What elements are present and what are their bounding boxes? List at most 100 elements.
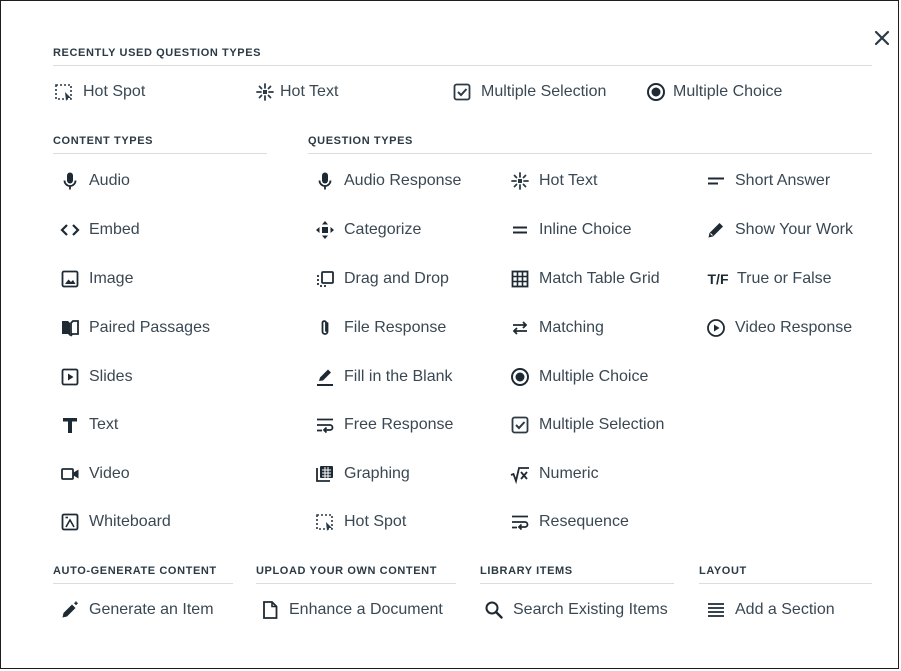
checkbox-icon (509, 414, 531, 436)
recent-item-hot-text[interactable]: Hot Text (254, 79, 338, 105)
recent-header: RECENTLY USED QUESTION TYPES (53, 47, 872, 66)
drag-drop-icon (314, 268, 336, 290)
item-label: Hot Text (280, 83, 339, 100)
recent-item-hot-spot[interactable]: Hot Spot (53, 79, 145, 105)
true-false-icon: T/F (707, 271, 729, 287)
question-item-fill-in-the-blank[interactable]: Fill in the Blank (314, 364, 453, 390)
item-label: Video (89, 465, 130, 482)
question-item-short-answer[interactable]: Short Answer (705, 168, 830, 194)
graphing-icon (314, 463, 336, 485)
question-types-header: QUESTION TYPES (308, 135, 872, 154)
item-label: Add a Section (735, 601, 835, 618)
question-item-graphing[interactable]: Graphing (314, 461, 410, 487)
search-existing-items-button[interactable]: Search Existing Items (483, 597, 668, 623)
text-icon (59, 414, 81, 436)
add-section-button[interactable]: Add a Section (705, 597, 835, 623)
paperclip-icon (314, 317, 336, 339)
hottext-icon (509, 170, 531, 192)
content-item-paired-passages[interactable]: Paired Passages (59, 315, 210, 341)
video-icon (59, 463, 81, 485)
swap-arrows-icon (509, 317, 531, 339)
paired-passages-icon (59, 317, 81, 339)
question-item-true-or-false[interactable]: T/F True or False (705, 266, 832, 292)
item-label: Match Table Grid (539, 270, 660, 287)
grid-icon (509, 268, 531, 290)
image-icon (59, 268, 81, 290)
content-item-image[interactable]: Image (59, 266, 133, 292)
microphone-icon (314, 170, 336, 192)
question-item-multiple-choice[interactable]: Multiple Choice (509, 364, 648, 390)
question-item-file-response[interactable]: File Response (314, 315, 446, 341)
item-label: Free Response (344, 416, 454, 433)
item-label: Video Response (735, 319, 853, 336)
radio-icon (645, 81, 667, 103)
question-item-audio-response[interactable]: Audio Response (314, 168, 461, 194)
document-icon (259, 599, 281, 621)
recent-item-multiple-selection[interactable]: Multiple Selection (451, 79, 606, 105)
content-item-embed[interactable]: Embed (59, 217, 140, 243)
hotspot-icon (53, 81, 75, 103)
add-content-modal: RECENTLY USED QUESTION TYPES Hot Spot Ho… (0, 0, 899, 669)
content-item-text[interactable]: Text (59, 412, 118, 438)
magic-wand-icon (59, 599, 81, 621)
question-item-match-table-grid[interactable]: Match Table Grid (509, 266, 660, 292)
item-label: Slides (89, 368, 133, 385)
sqrt-icon (509, 463, 531, 485)
content-item-whiteboard[interactable]: Whiteboard (59, 509, 171, 535)
pencil-icon (705, 219, 727, 241)
item-label: Show Your Work (735, 221, 853, 238)
item-label: Graphing (344, 465, 410, 482)
search-icon (483, 599, 505, 621)
item-label: Multiple Choice (673, 83, 783, 100)
item-label: Text (89, 416, 119, 433)
question-item-numeric[interactable]: Numeric (509, 461, 599, 487)
recent-item-multiple-choice[interactable]: Multiple Choice (645, 79, 782, 105)
microphone-icon (59, 170, 81, 192)
text-wrap-icon (314, 414, 336, 436)
item-label: True or False (737, 270, 832, 287)
auto-generate-header: AUTO-GENERATE CONTENT (53, 565, 233, 584)
close-icon[interactable] (871, 27, 893, 49)
layout-header: LAYOUT (699, 565, 872, 584)
generate-item-button[interactable]: Generate an Item (59, 597, 214, 623)
question-item-multiple-selection[interactable]: Multiple Selection (509, 412, 664, 438)
item-label: Drag and Drop (344, 270, 449, 287)
item-label: Multiple Selection (539, 416, 665, 433)
item-label: Numeric (539, 465, 599, 482)
radio-icon (509, 366, 531, 388)
item-label: Image (89, 270, 134, 287)
item-label: Categorize (344, 221, 422, 238)
hottext-icon (254, 81, 276, 103)
question-item-hot-text[interactable]: Hot Text (509, 168, 597, 194)
question-item-show-your-work[interactable]: Show Your Work (705, 217, 853, 243)
question-item-categorize[interactable]: Categorize (314, 217, 421, 243)
content-item-audio[interactable]: Audio (59, 168, 130, 194)
section-lines-icon (705, 599, 727, 621)
question-item-matching[interactable]: Matching (509, 315, 604, 341)
item-label: Multiple Choice (539, 368, 649, 385)
content-types-header: CONTENT TYPES (53, 135, 267, 154)
item-label: Audio Response (344, 172, 462, 189)
item-label: Embed (89, 221, 140, 238)
item-label: Enhance a Document (289, 601, 443, 618)
item-label: Hot Spot (344, 513, 407, 530)
content-item-slides[interactable]: Slides (59, 364, 133, 390)
question-item-inline-choice[interactable]: Inline Choice (509, 217, 632, 243)
question-item-video-response[interactable]: Video Response (705, 315, 852, 341)
question-item-resequence[interactable]: Resequence (509, 509, 629, 535)
library-header: LIBRARY ITEMS (480, 565, 674, 584)
enhance-document-button[interactable]: Enhance a Document (259, 597, 443, 623)
item-label: Search Existing Items (513, 601, 668, 618)
hotspot-icon (314, 511, 336, 533)
checkbox-icon (451, 81, 473, 103)
question-item-drag-and-drop[interactable]: Drag and Drop (314, 266, 449, 292)
short-line-icon (705, 170, 727, 192)
item-label: Resequence (539, 513, 629, 530)
item-label: Hot Spot (83, 83, 146, 100)
question-item-free-response[interactable]: Free Response (314, 412, 453, 438)
item-label: Audio (89, 172, 130, 189)
code-icon (59, 219, 81, 241)
content-item-video[interactable]: Video (59, 461, 130, 487)
question-item-hot-spot[interactable]: Hot Spot (314, 509, 406, 535)
slides-icon (59, 366, 81, 388)
